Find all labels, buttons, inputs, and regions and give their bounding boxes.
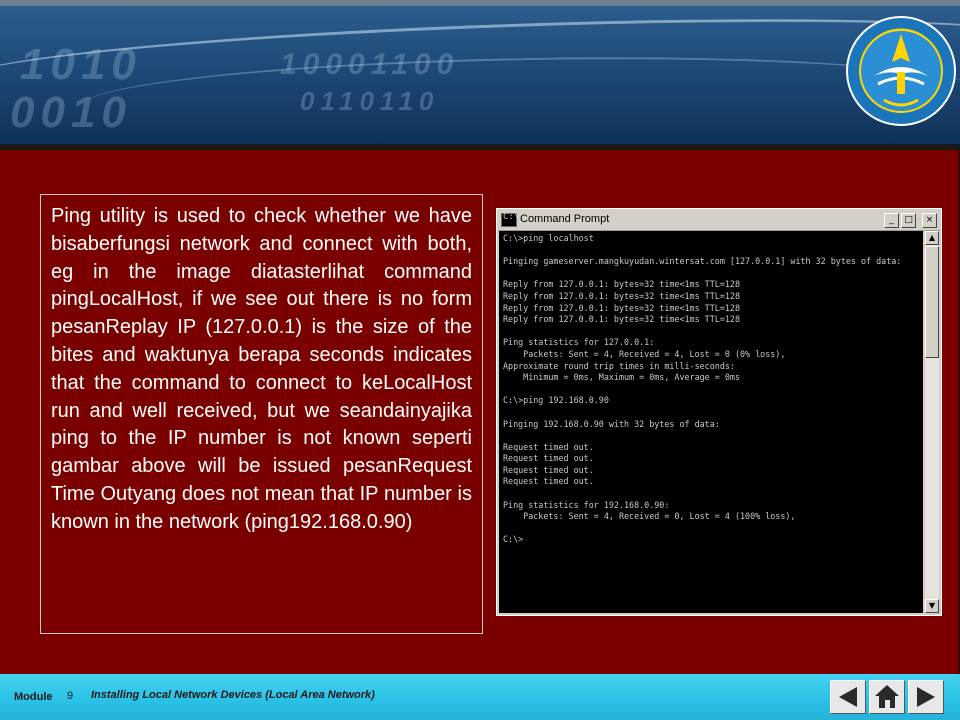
module-label: Module [14,691,53,703]
scroll-up-arrow-icon: ▲ [925,231,939,245]
close-icon: × [922,213,937,228]
module-number: 9 [67,690,74,702]
footer-bar: Module 9 Installing Local Network Device… [0,674,960,720]
scrollbar-thumb [925,246,939,358]
next-slide-button[interactable] [908,680,944,714]
previous-slide-button[interactable] [830,680,866,714]
home-icon [875,685,899,708]
console-scrollbar: ▲ ▼ [925,231,939,613]
body-text-box: Ping utility is used to check whether we… [40,194,483,634]
header-banner: 1010 0010 10001100 0110110 [0,0,960,150]
console-output-area: C:\>ping localhost Pinging gameserver.ma… [499,231,923,613]
body-paragraph: Ping utility is used to check whether we… [51,205,472,533]
banner-top-frame [0,0,960,6]
scroll-down-arrow-icon: ▼ [925,599,939,613]
console-text: C:\>ping localhost Pinging gameserver.ma… [503,233,902,545]
window-title: Command Prompt [520,213,610,225]
command-prompt-titlebar: C:\ Command Prompt _ □ × [498,210,940,231]
minimize-icon: _ [884,213,899,228]
tut-wuri-handayani-logo [846,16,956,126]
next-arrow-icon [917,687,935,707]
home-button[interactable] [869,680,905,714]
maximize-icon: □ [901,213,916,228]
command-prompt-window: C:\ Command Prompt _ □ × C:\>ping localh… [496,208,942,616]
previous-arrow-icon [839,687,857,707]
course-title: Installing Local Network Devices (Local … [91,689,375,701]
command-prompt-icon: C:\ [501,212,519,227]
